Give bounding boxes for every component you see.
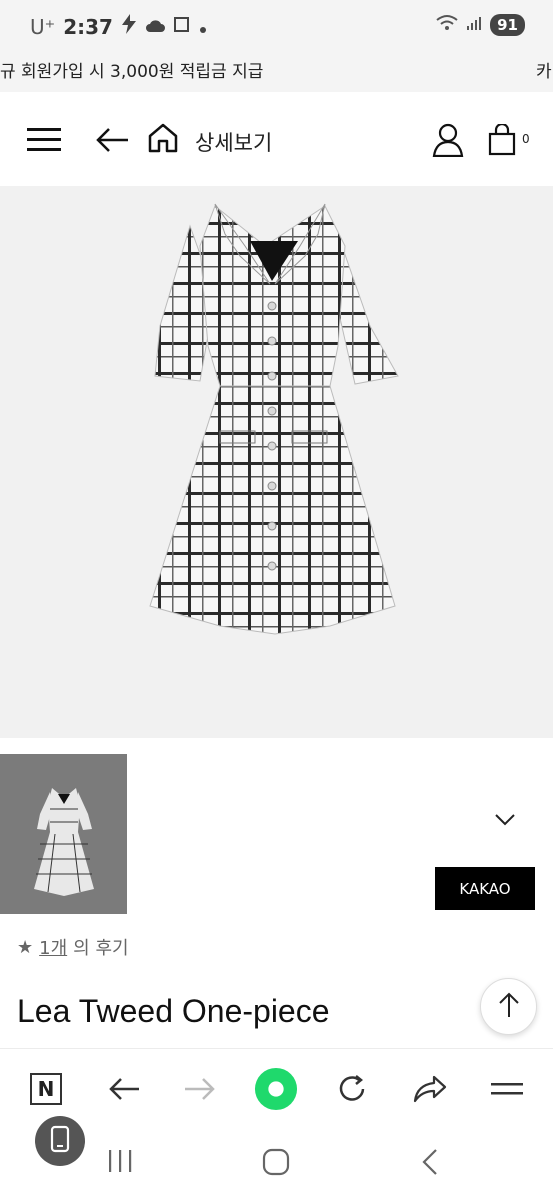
phone-icon: [50, 1125, 70, 1157]
home-nav-icon[interactable]: [262, 1148, 290, 1176]
dot-icon: [199, 15, 207, 39]
site-header: 상세보기 0: [0, 92, 553, 186]
browser-forward-icon[interactable]: [178, 1067, 222, 1111]
naver-n-icon[interactable]: N: [24, 1067, 68, 1111]
status-bar: U⁺ 2:37 91: [0, 0, 553, 52]
review-summary: ★ 1개 의 후기: [17, 934, 129, 960]
refresh-icon[interactable]: [330, 1067, 374, 1111]
battery-level: 91: [490, 14, 525, 36]
cloud-icon: [145, 15, 165, 39]
page-title: 상세보기: [195, 131, 273, 155]
arrow-left-icon[interactable]: [92, 120, 132, 160]
review-count-link[interactable]: 1개: [39, 934, 67, 960]
wifi-icon: [436, 14, 458, 36]
chevron-down-icon[interactable]: [494, 812, 516, 831]
scroll-top-button[interactable]: [480, 978, 537, 1035]
arrow-up-icon: [497, 992, 521, 1022]
charging-icon: [121, 14, 137, 39]
promo-banner-text: 규 회원가입 시 3,000원 적립금 지급: [0, 62, 264, 82]
hamburger-menu-icon[interactable]: [22, 120, 66, 160]
browser-back-icon[interactable]: [102, 1067, 146, 1111]
status-right: 91: [436, 14, 525, 36]
screen-icon: [173, 15, 191, 39]
cart-count: 0: [522, 132, 530, 146]
star-icon: ★: [17, 936, 34, 958]
clock: 2:37: [63, 14, 113, 39]
kakao-button[interactable]: KAKAO: [435, 867, 535, 910]
shopping-bag-icon[interactable]: [484, 120, 520, 160]
promo-banner-text-next: 카: [536, 62, 552, 82]
carrier-label: U⁺: [30, 14, 56, 39]
user-icon[interactable]: [428, 120, 468, 160]
browser-menu-icon[interactable]: [485, 1067, 529, 1111]
promo-banner[interactable]: 규 회원가입 시 3,000원 적립금 지급 카: [0, 52, 553, 92]
product-main-image[interactable]: [0, 186, 553, 738]
status-left: U⁺ 2:37: [30, 14, 207, 39]
share-icon[interactable]: [408, 1067, 452, 1111]
home-icon[interactable]: [144, 118, 182, 158]
browser-toolbar: N: [0, 1048, 553, 1128]
back-nav-icon[interactable]: [420, 1148, 440, 1176]
green-dot-icon[interactable]: [254, 1067, 298, 1111]
product-name: Lea Tweed One-piece: [17, 993, 330, 1029]
floating-phone-button[interactable]: [35, 1116, 85, 1166]
product-thumbnail[interactable]: [0, 754, 127, 914]
recent-apps-icon[interactable]: [106, 1148, 134, 1174]
signal-icon: [466, 15, 482, 35]
review-suffix: 의 후기: [73, 938, 129, 959]
